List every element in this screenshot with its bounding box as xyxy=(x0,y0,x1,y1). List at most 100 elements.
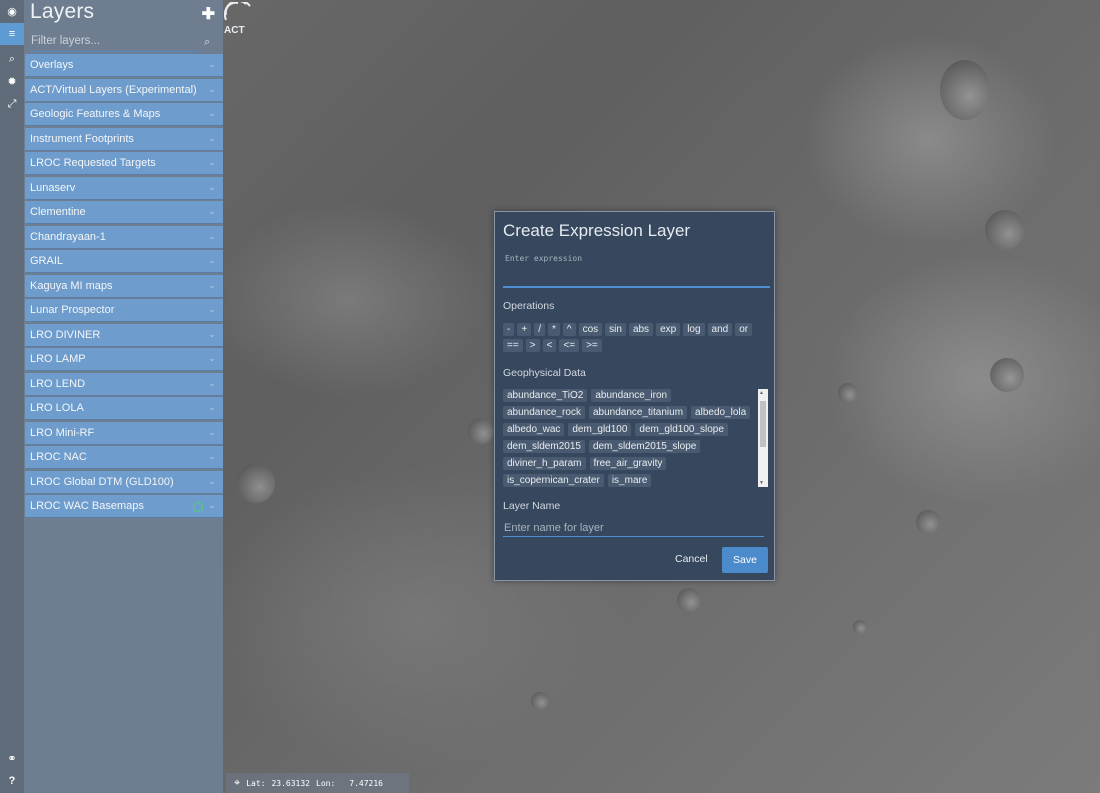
geophysical-data-chip[interactable]: dem_gld100 xyxy=(568,423,632,436)
layer-group-item[interactable]: ACT/Virtual Layers (Experimental) ⌄ xyxy=(25,78,223,102)
chevron-down-icon[interactable]: ⌄ xyxy=(208,255,217,265)
layer-group-item[interactable]: LRO DIVINER ⌄ xyxy=(25,323,223,347)
lat-value: 23.63132 xyxy=(271,778,310,788)
layer-group-label: Instrument Footprints xyxy=(30,132,134,145)
chevron-down-icon[interactable]: ⌄ xyxy=(208,304,217,314)
globe-icon[interactable]: ◉ xyxy=(0,0,24,22)
chevron-down-icon[interactable]: ⌄ xyxy=(208,84,217,94)
operation-button[interactable]: sin xyxy=(605,323,626,336)
layer-name-input[interactable] xyxy=(503,519,764,537)
layer-group-item[interactable]: Instrument Footprints ⌄ xyxy=(25,127,223,151)
layer-group-item[interactable]: LRO LOLA ⌄ xyxy=(25,397,223,420)
geophysical-data-chip[interactable]: is_copernican_crater xyxy=(503,474,604,487)
geophysical-data-chip[interactable]: is_mare xyxy=(607,474,652,487)
link-icon[interactable]: ⚭ xyxy=(0,747,24,769)
operation-button[interactable]: <= xyxy=(559,339,580,352)
layer-group-item[interactable]: LRO LAMP ⌄ xyxy=(25,348,223,371)
operation-button[interactable]: - xyxy=(503,323,515,336)
operation-button[interactable]: cos xyxy=(578,323,603,336)
layer-group-label: LRO Mini-RF xyxy=(30,426,95,439)
operation-button[interactable]: ^ xyxy=(562,323,576,336)
cancel-button[interactable]: Cancel xyxy=(675,553,708,565)
operation-button[interactable]: exp xyxy=(656,323,681,336)
chevron-down-icon[interactable]: ⌄ xyxy=(208,451,217,461)
chevron-down-icon[interactable]: ⌄ xyxy=(208,353,217,363)
chevron-down-icon[interactable]: ⌄ xyxy=(208,476,217,486)
chevron-down-icon[interactable]: ⌄ xyxy=(208,329,217,339)
operation-button[interactable]: + xyxy=(517,323,532,336)
layer-group-label: Lunar Prospector xyxy=(30,304,115,316)
layer-group-item[interactable]: LROC Requested Targets ⌄ xyxy=(25,152,223,175)
geophysical-data-chip[interactable]: albedo_wac xyxy=(503,423,565,436)
chevron-down-icon[interactable]: ⌄ xyxy=(208,182,217,192)
layer-group-label: LROC WAC Basemaps xyxy=(30,500,144,512)
gear-icon[interactable]: ✹ xyxy=(0,70,24,92)
chevron-down-icon[interactable]: ⌄ xyxy=(208,427,217,437)
scroll-thumb[interactable] xyxy=(760,401,766,447)
layer-group-item[interactable]: GRAIL ⌄ xyxy=(25,250,223,273)
dialog-title: Create Expression Layer xyxy=(503,221,691,240)
layers-menu-icon[interactable]: ≡ xyxy=(0,23,24,45)
zoom-search-icon[interactable]: ⌕ xyxy=(0,48,24,70)
geophysical-data-chip[interactable]: abundance_titanium xyxy=(588,406,688,419)
chevron-down-icon[interactable]: ⌄ xyxy=(208,133,217,143)
layer-group-item[interactable]: LROC Global DTM (GLD100) ⌄ xyxy=(25,470,223,494)
layer-group-item[interactable]: Clementine ⌄ xyxy=(25,201,223,224)
expand-icon[interactable]: ⤢ xyxy=(0,93,24,115)
operation-button[interactable]: log xyxy=(683,323,705,336)
layer-group-item[interactable]: LRO LEND ⌄ xyxy=(25,372,223,396)
expression-input[interactable] xyxy=(503,252,770,288)
layer-group-item[interactable]: Overlays ⌄ xyxy=(25,54,223,77)
geophysical-data-chip[interactable]: abundance_TiO2 xyxy=(503,389,588,402)
geophysical-data-chip[interactable]: abundance_iron xyxy=(591,389,672,402)
layer-group-item[interactable]: LROC WAC Basemaps ⌄ xyxy=(25,495,223,518)
scroll-up-icon[interactable]: ▲ xyxy=(759,390,764,396)
add-layer-icon[interactable]: ✚ xyxy=(202,4,215,24)
geophysical-data-chip[interactable]: diviner_h_param xyxy=(503,457,586,470)
geophysical-data-chip[interactable]: free_air_gravity xyxy=(589,457,667,470)
help-icon[interactable]: ? xyxy=(0,770,24,792)
operation-button[interactable]: * xyxy=(547,323,560,336)
chevron-down-icon[interactable]: ⌄ xyxy=(208,157,217,167)
geophysical-data-list: abundance_TiO2 abundance_iron abundance_ro… xyxy=(503,389,768,489)
layer-group-item[interactable]: Lunaserv ⌄ xyxy=(25,176,223,200)
search-icon[interactable]: ⌕ xyxy=(204,36,210,49)
crosshair-icon[interactable]: ⌖ xyxy=(234,776,240,790)
geophysical-data-chip[interactable]: dem_sldem2015_slope xyxy=(588,440,701,453)
layer-group-item[interactable]: Geologic Features & Maps ⌄ xyxy=(25,103,223,126)
panel-title: Layers xyxy=(30,0,95,23)
chevron-down-icon[interactable]: ⌄ xyxy=(208,402,217,412)
chevron-down-icon[interactable]: ⌄ xyxy=(208,378,217,388)
save-button[interactable]: Save xyxy=(722,547,768,573)
filter-layers-input[interactable] xyxy=(29,30,199,52)
chevron-down-icon[interactable]: ⌄ xyxy=(208,108,217,118)
layer-group-item[interactable]: LROC NAC ⌄ xyxy=(25,446,223,469)
chevron-down-icon[interactable]: ⌄ xyxy=(208,206,217,216)
geophysical-data-chip[interactable]: abundance_rock xyxy=(503,406,585,419)
layer-group-item[interactable]: LRO Mini-RF ⌄ xyxy=(25,421,223,445)
scroll-down-icon[interactable]: ▼ xyxy=(759,480,764,486)
operation-button[interactable]: and xyxy=(707,323,733,336)
crater xyxy=(531,692,549,710)
layer-group-item[interactable]: Kaguya MI maps ⌄ xyxy=(25,274,223,298)
operation-button[interactable]: or xyxy=(735,323,753,336)
layer-group-label: Chandrayaan-1 xyxy=(30,230,106,243)
operation-button[interactable]: == xyxy=(503,339,523,352)
geophysical-scrollbar[interactable]: ▲ ▼ xyxy=(758,389,768,487)
operation-button[interactable]: / xyxy=(534,323,545,336)
operation-button[interactable]: > xyxy=(525,339,540,352)
geophysical-data-chip[interactable]: albedo_lola xyxy=(691,406,751,419)
geophysical-data-chip[interactable]: dem_gld100_slope xyxy=(635,423,728,436)
chevron-down-icon[interactable]: ⌄ xyxy=(208,231,217,241)
chevron-down-icon[interactable]: ⌄ xyxy=(208,59,217,69)
layer-group-item[interactable]: Chandrayaan-1 ⌄ xyxy=(25,225,223,249)
crater xyxy=(990,358,1024,392)
operation-button[interactable]: >= xyxy=(582,339,602,352)
geophysical-data-chip[interactable]: dem_sldem2015 xyxy=(503,440,585,453)
layer-list: Overlays ⌄ ACT/Virtual Layers (Experimenta… xyxy=(25,54,223,520)
chevron-down-icon[interactable]: ⌄ xyxy=(208,280,217,290)
chevron-down-icon[interactable]: ⌄ xyxy=(208,500,217,510)
layer-group-item[interactable]: Lunar Prospector ⌄ xyxy=(25,299,223,322)
operation-button[interactable]: < xyxy=(542,339,557,352)
operation-button[interactable]: abs xyxy=(628,323,654,336)
